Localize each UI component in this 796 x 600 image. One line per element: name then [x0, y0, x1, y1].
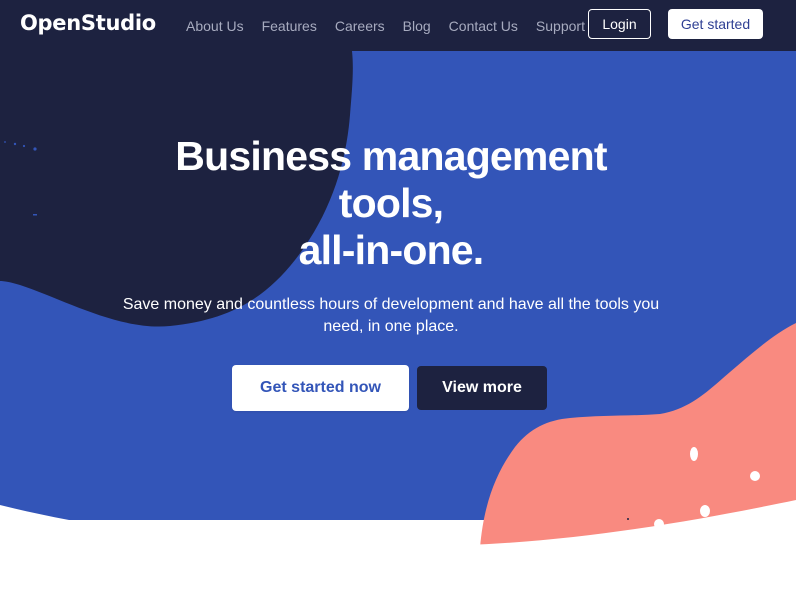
hero-section: Business management tools, all-in-one. S… [0, 0, 796, 600]
get-started-now-button[interactable]: Get started now [232, 365, 409, 411]
headline-line-3: all-in-one. [298, 227, 485, 273]
top-navbar: OpenStudio About Us Features Careers Blo… [0, 0, 796, 51]
headline-line-2: tools, [338, 180, 444, 226]
headline-line-1: Business management [175, 133, 607, 179]
nav-link-blog[interactable]: Blog [403, 16, 431, 36]
nav-link-careers[interactable]: Careers [335, 16, 385, 36]
login-button[interactable]: Login [588, 9, 651, 39]
nav-link-support[interactable]: Support [536, 16, 585, 36]
nav-link-about-us[interactable]: About Us [186, 16, 244, 36]
nav-link-contact-us[interactable]: Contact Us [449, 16, 518, 36]
view-more-button[interactable]: View more [417, 366, 547, 410]
hero-subtext: Save money and countless hours of develo… [122, 296, 660, 335]
brand-logo[interactable]: OpenStudio [20, 11, 156, 35]
hero-headline: Business management tools, all-in-one. [148, 133, 634, 274]
nav-link-features[interactable]: Features [262, 16, 317, 36]
primary-nav: About Us Features Careers Blog Contact U… [186, 0, 585, 51]
landing-page: OpenStudio About Us Features Careers Blo… [0, 0, 796, 600]
get-started-button[interactable]: Get started [668, 9, 763, 39]
